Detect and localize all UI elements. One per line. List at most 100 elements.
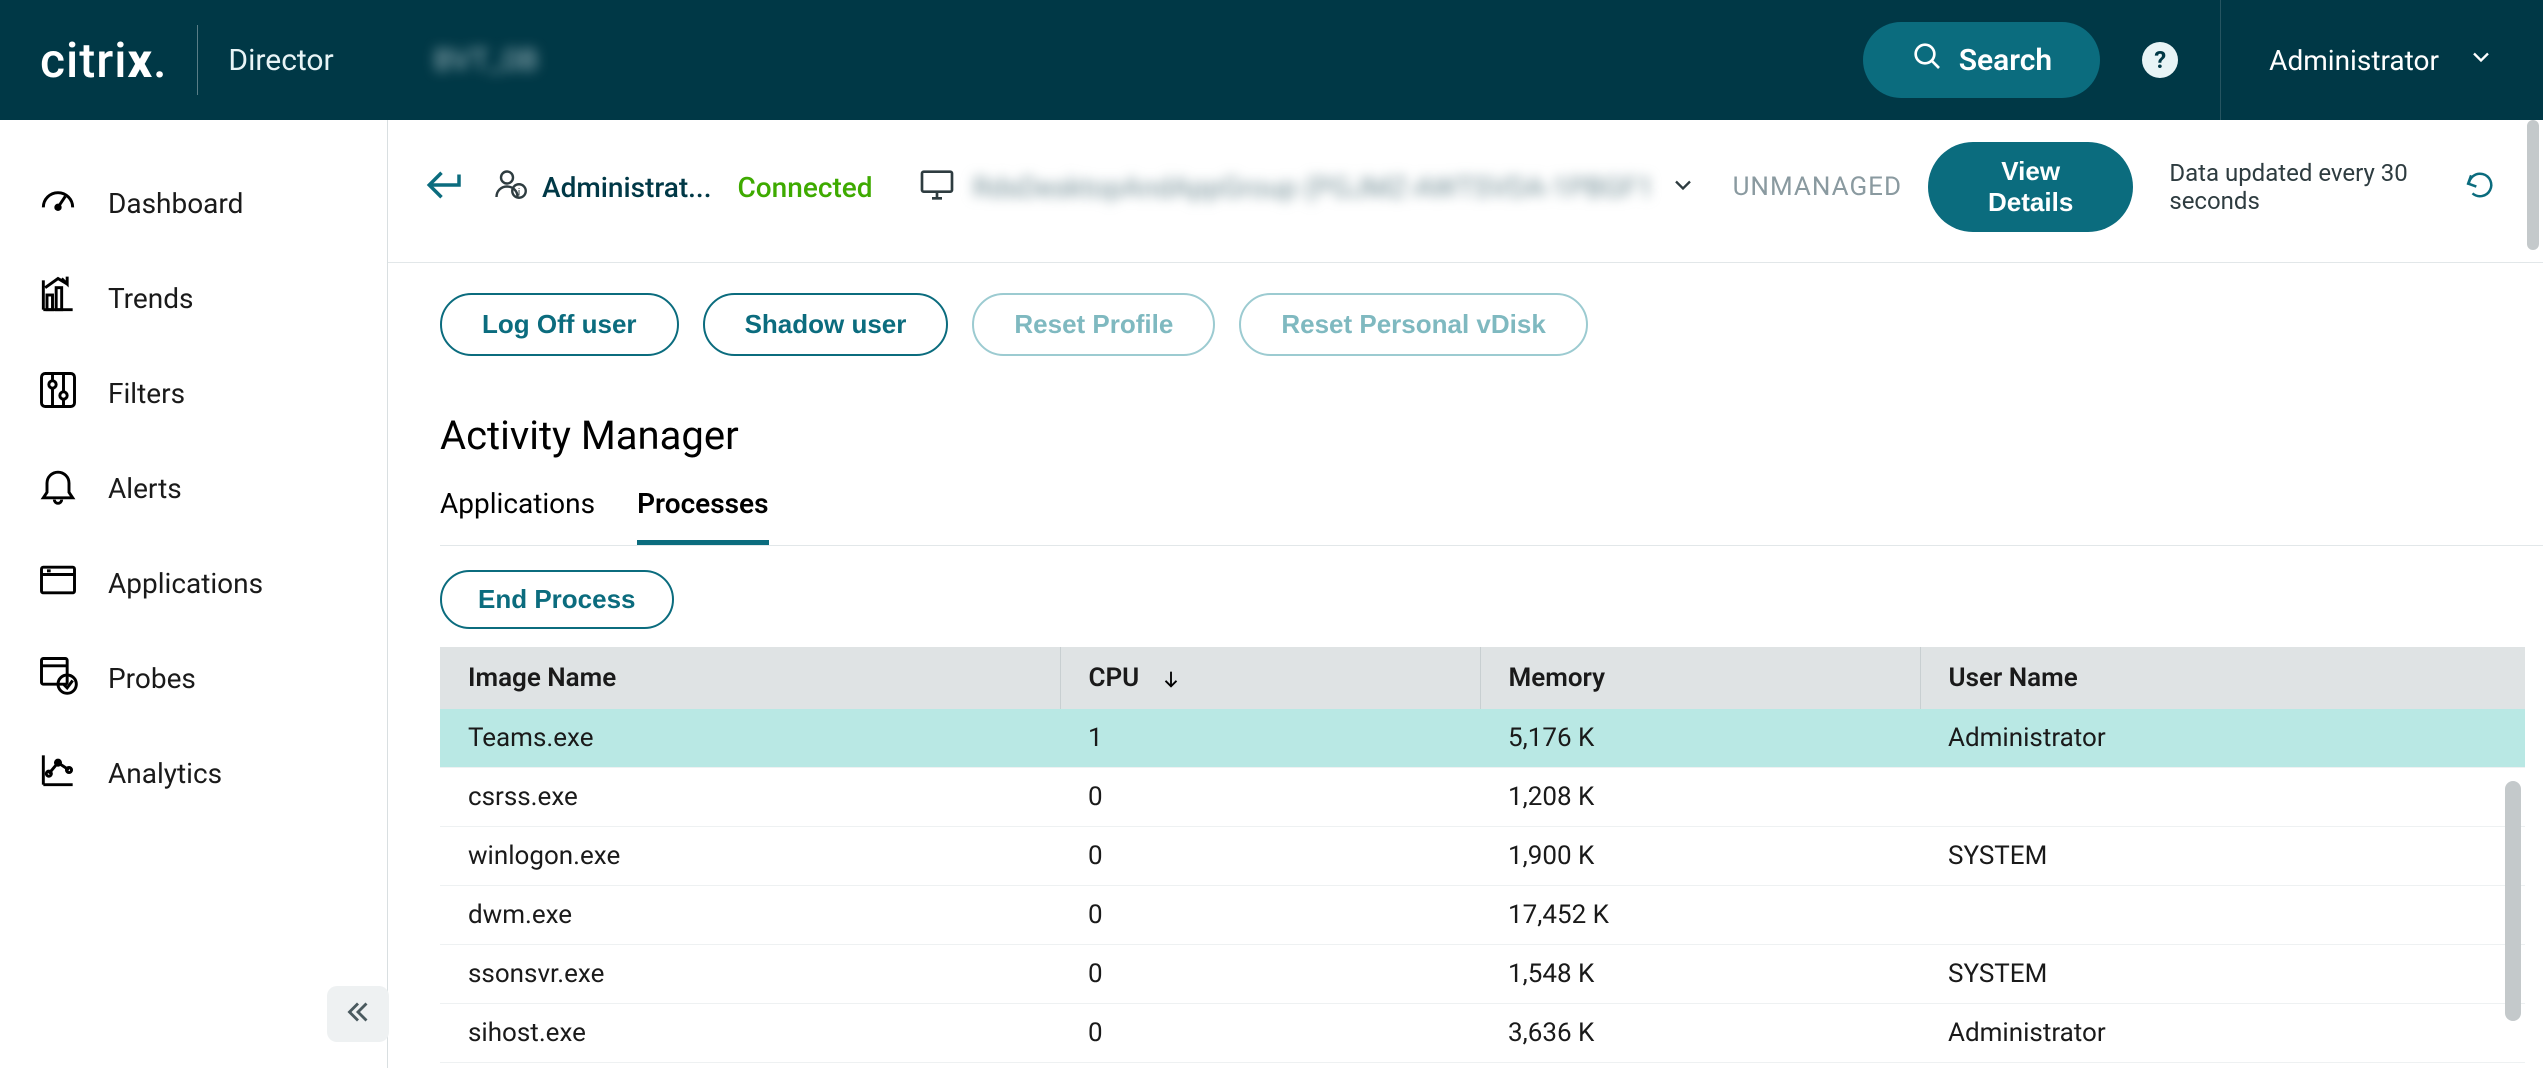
search-icon — [1911, 40, 1943, 80]
brand-divider — [197, 25, 198, 95]
cell-user: SYSTEM — [1920, 827, 2525, 886]
cell-user: Administrator — [1920, 709, 2525, 768]
sort-desc-icon — [1160, 663, 1182, 693]
cell-memory: 5,176 K — [1480, 709, 1920, 768]
sidebar-item-label: Applications — [108, 567, 263, 600]
table-row[interactable]: winlogon.exe01,900 KSYSTEM — [440, 827, 2525, 886]
table-row[interactable]: ssonsvr.exe01,548 KSYSTEM — [440, 945, 2525, 1004]
help-button[interactable]: ? — [2142, 42, 2178, 78]
cell-memory: 1,208 K — [1480, 768, 1920, 827]
col-memory[interactable]: Memory — [1480, 647, 1920, 709]
cell-memory: 17,452 K — [1480, 886, 1920, 945]
environment-label: BVT_0B — [434, 43, 538, 78]
session-user-name: Administrat... — [542, 171, 712, 204]
sidebar-item-probes[interactable]: Probes — [0, 631, 387, 726]
tab-applications[interactable]: Applications — [440, 471, 595, 545]
sidebar-item-trends[interactable]: Trends — [0, 251, 387, 346]
log-off-user-button[interactable]: Log Off user — [440, 293, 679, 356]
sidebar-item-alerts[interactable]: Alerts — [0, 441, 387, 536]
cell-user: Administrator — [1920, 1004, 2525, 1063]
cell-cpu: 1 — [1060, 709, 1480, 768]
sidebar-item-applications[interactable]: Applications — [0, 536, 387, 631]
activity-manager-title: Activity Manager — [440, 412, 2543, 459]
cell-cpu: 0 — [1060, 827, 1480, 886]
chevron-double-left-icon — [341, 995, 375, 1033]
main-content: i Administrat... Connected RdsDesktopAnd… — [388, 120, 2543, 1068]
bell-icon — [36, 463, 80, 514]
user-info-icon: i — [492, 167, 528, 207]
refresh-interval-label: Data updated every 30 seconds — [2169, 159, 2429, 215]
filters-icon — [36, 368, 80, 419]
reset-personal-vdisk-button: Reset Personal vDisk — [1239, 293, 1587, 356]
brand-block: citrix. Director — [0, 0, 374, 120]
col-label: CPU — [1089, 663, 1140, 693]
cell-cpu: 0 — [1060, 886, 1480, 945]
cell-user — [1920, 768, 2525, 827]
probes-icon — [36, 653, 80, 704]
sidebar-item-analytics[interactable]: Analytics — [0, 726, 387, 821]
back-button[interactable] — [424, 164, 466, 210]
collapse-sidenav-button[interactable] — [327, 986, 389, 1042]
citrix-logo: citrix. — [40, 32, 167, 89]
cell-image: csrss.exe — [440, 768, 1060, 827]
table-row[interactable]: dwm.exe017,452 K — [440, 886, 2525, 945]
trends-icon — [36, 273, 80, 324]
cell-image: ssonsvr.exe — [440, 945, 1060, 1004]
cell-user: Administrator — [1920, 1063, 2525, 1068]
sidebar-item-label: Alerts — [108, 472, 182, 505]
sidebar-item-label: Trends — [108, 282, 193, 315]
current-user-label: Administrator — [2269, 44, 2439, 77]
cell-cpu: 0 — [1060, 945, 1480, 1004]
cell-cpu: 0 — [1060, 1063, 1480, 1068]
cell-memory: 1,900 K — [1480, 827, 1920, 886]
svg-text:i: i — [518, 186, 521, 199]
window-icon — [36, 558, 80, 609]
col-cpu[interactable]: CPU — [1060, 647, 1480, 709]
shadow-user-button[interactable]: Shadow user — [703, 293, 949, 356]
process-table: Image Name CPU Memory User Name Teams.ex… — [440, 647, 2525, 1068]
sidebar-item-label: Dashboard — [108, 187, 243, 220]
end-process-button[interactable]: End Process — [440, 570, 674, 629]
table-row[interactable]: sihost.exe03,636 KAdministrator — [440, 1004, 2525, 1063]
session-machine[interactable]: RdsDesktopAndAppGroup (PGJMZ-AWTSVDA-1PB… — [917, 165, 1697, 209]
table-row[interactable]: Teams.exe15,176 KAdministrator — [440, 709, 2525, 768]
session-machine-name: RdsDesktopAndAppGroup (PGJMZ-AWTSVDA-1PB… — [973, 171, 1653, 204]
cell-image: dwm.exe — [440, 886, 1060, 945]
view-details-button[interactable]: View Details — [1928, 142, 2133, 232]
table-header-row: Image Name CPU Memory User Name — [440, 647, 2525, 709]
cell-cpu: 0 — [1060, 768, 1480, 827]
current-user-menu[interactable]: Administrator — [2220, 0, 2543, 120]
gauge-icon — [36, 178, 80, 229]
sidebar-item-label: Analytics — [108, 757, 222, 790]
monitor-icon — [917, 165, 957, 209]
cell-memory: 3,116 K — [1480, 1063, 1920, 1068]
tab-processes[interactable]: Processes — [637, 471, 768, 545]
cell-memory: 3,636 K — [1480, 1004, 1920, 1063]
process-table-wrap: Image Name CPU Memory User Name Teams.ex… — [440, 647, 2525, 1068]
cell-user — [1920, 886, 2525, 945]
sidebar-item-label: Filters — [108, 377, 185, 410]
refresh-icon[interactable] — [2465, 170, 2495, 204]
cell-image: sihost.exe — [440, 1004, 1060, 1063]
sidebar-item-label: Probes — [108, 662, 196, 695]
col-user-name[interactable]: User Name — [1920, 647, 2525, 709]
col-image-name[interactable]: Image Name — [440, 647, 1060, 709]
session-actions: Log Off user Shadow user Reset Profile R… — [388, 263, 2543, 356]
scrollbar[interactable] — [2505, 781, 2521, 1021]
cell-image: Teams.exe — [440, 709, 1060, 768]
session-user[interactable]: i Administrat... — [492, 167, 712, 207]
col-label: Memory — [1509, 663, 1606, 693]
chevron-down-icon — [1669, 171, 1697, 203]
cell-memory: 1,548 K — [1480, 945, 1920, 1004]
cell-cpu: 0 — [1060, 1004, 1480, 1063]
sidebar-item-filters[interactable]: Filters — [0, 346, 387, 441]
scrollbar[interactable] — [2527, 120, 2539, 250]
search-label: Search — [1959, 43, 2052, 78]
topbar: citrix. Director BVT_0B Search ? Adminis… — [0, 0, 2543, 120]
table-row[interactable]: svchost.exe03,116 KAdministrator — [440, 1063, 2525, 1068]
table-row[interactable]: csrss.exe01,208 K — [440, 768, 2525, 827]
sidebar-item-dashboard[interactable]: Dashboard — [0, 156, 387, 251]
cell-image: svchost.exe — [440, 1063, 1060, 1068]
session-subheader: i Administrat... Connected RdsDesktopAnd… — [388, 120, 2543, 263]
search-button[interactable]: Search — [1863, 22, 2100, 98]
